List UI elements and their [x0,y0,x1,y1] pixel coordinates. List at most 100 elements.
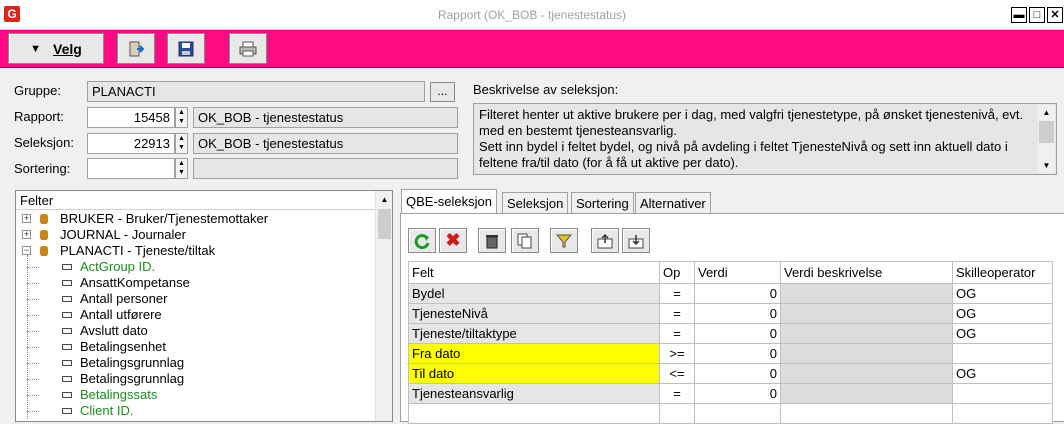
field-icon [62,312,72,318]
exit-icon [129,41,145,56]
cell-felt[interactable]: Fra dato [408,343,660,364]
tree-field-item[interactable]: Betalingsgrunnlag [46,355,376,371]
save-button[interactable] [167,33,205,64]
cell-felt[interactable]: Bydel [408,283,660,304]
grid-empty-row[interactable] [408,403,1053,424]
cell-skilleoperator[interactable] [952,343,1053,364]
expand-icon[interactable]: + [22,230,31,239]
export-button[interactable] [622,228,650,253]
grid-row[interactable]: Tjenesteansvarlig = 0 [408,383,1053,404]
tree-field-label: ActGroup ID. [80,259,156,274]
window-title: Rapport (OK_BOB - tjenestestatus) [437,8,627,22]
tree-scrollbar[interactable]: ▲ [375,191,392,421]
cell-verdi[interactable]: 0 [694,303,781,324]
cell-skilleoperator[interactable] [952,383,1053,404]
field-icon [62,280,72,286]
cell-verdi[interactable]: 0 [694,343,781,364]
tree-field-item[interactable]: Betalingsenhet [46,339,376,355]
sortering-id-field[interactable] [87,158,175,179]
tree-field-item[interactable]: Avslutt dato [46,323,376,339]
cell-skilleoperator[interactable]: OG [952,363,1053,384]
cell-op[interactable]: = [659,323,695,344]
import-button[interactable] [591,228,619,253]
grid-row[interactable]: Fra dato >= 0 [408,343,1053,364]
browse-button[interactable]: ... [430,82,455,102]
close-button[interactable]: ✕ [1047,7,1063,23]
dropdown-arrow-icon: ▼ [30,42,42,55]
column-header-felt[interactable]: Felt [408,261,660,284]
collapse-icon[interactable]: − [22,246,31,255]
fields-tree[interactable]: Felter ▲ + BRUKER - Bruker/Tjenestemotta… [15,190,393,422]
column-header-skilleoperator[interactable]: Skilleoperator [952,261,1053,284]
cell-felt[interactable]: TjenesteNivå [408,303,660,324]
tree-field-item[interactable]: Betalingsgrunnlag [46,371,376,387]
cell-op[interactable]: >= [659,343,695,364]
print-button[interactable] [229,33,267,64]
exit-button[interactable] [117,33,155,64]
scroll-thumb[interactable] [378,209,391,239]
tab-sortering[interactable]: Sortering [571,192,634,213]
tab-seleksjon[interactable]: Seleksjon [502,192,569,213]
tree-field-item[interactable]: Client ID. [46,403,376,419]
description-scrollbar[interactable]: ▲ ▼ [1038,105,1055,173]
gruppe-field[interactable]: PLANACTI [87,81,425,102]
cell-verdi[interactable]: 0 [694,323,781,344]
maximize-button[interactable]: □ [1029,7,1045,23]
scroll-down-icon[interactable]: ▼ [1038,158,1055,173]
expand-icon[interactable]: + [22,214,31,223]
description-box[interactable]: Filteret henter ut aktive brukere per i … [473,103,1057,175]
filter-button[interactable] [550,228,578,253]
delete-button[interactable]: ✖ [439,228,467,253]
scroll-up-icon[interactable]: ▲ [376,191,392,208]
sortering-spinner[interactable]: ▲ ▼ [175,158,188,179]
cell-op[interactable]: = [659,303,695,324]
copy-button[interactable] [511,228,539,253]
column-header-verdi-beskrivelse[interactable]: Verdi beskrivelse [780,261,953,284]
cell-felt[interactable]: Til dato [408,363,660,384]
seleksjon-spinner[interactable]: ▲ ▼ [175,133,188,154]
column-header-op[interactable]: Op [659,261,695,284]
tab-qbe-seleksjon[interactable]: QBE-seleksjon [401,189,497,214]
tree-field-item[interactable]: Betalingssats [46,387,376,403]
grid-row[interactable]: Bydel = 0 OG [408,283,1053,304]
gruppe-label: Gruppe: [14,83,61,98]
minimize-button[interactable]: ▬ [1011,7,1027,23]
cell-verdi[interactable]: 0 [694,363,781,384]
cell-skilleoperator[interactable]: OG [952,303,1053,324]
tree-field-item[interactable]: AnsattKompetanse [46,275,376,291]
scroll-up-icon[interactable]: ▲ [1038,105,1055,120]
velg-button[interactable]: ▼ Velg [8,33,104,64]
tree-group[interactable]: + JOURNAL - Journaler [20,227,375,243]
rapport-id-field[interactable]: 15458 [87,107,175,128]
cell-verdi[interactable]: 0 [694,383,781,404]
grid-row[interactable]: TjenesteNivå = 0 OG [408,303,1053,324]
field-icon [62,344,72,350]
tree-group[interactable]: + BRUKER - Bruker/Tjenestemottaker [20,211,375,227]
tree-field-item[interactable]: Antall utførere [46,307,376,323]
cell-skilleoperator[interactable]: OG [952,323,1053,344]
tab-alternativer[interactable]: Alternativer [635,192,711,213]
tree-branch-line [27,347,39,348]
qbe-grid[interactable]: Felt Op Verdi Verdi beskrivelse Skilleop… [408,261,1053,424]
cell-skilleoperator[interactable]: OG [952,283,1053,304]
trash-button[interactable] [478,228,506,253]
tree-field-item[interactable]: Antall personer [46,291,376,307]
cell-verdi[interactable]: 0 [694,283,781,304]
description-label: Beskrivelse av seleksjon: [473,82,619,97]
database-icon [40,214,48,224]
refresh-button[interactable] [408,228,436,253]
scroll-thumb[interactable] [1039,121,1054,143]
column-header-verdi[interactable]: Verdi [694,261,781,284]
grid-row[interactable]: Til dato <= 0 OG [408,363,1053,384]
cell-felt[interactable]: Tjeneste/tiltaktype [408,323,660,344]
rapport-spinner[interactable]: ▲ ▼ [175,107,188,128]
seleksjon-id-field[interactable]: 22913 [87,133,175,154]
grid-row[interactable]: Tjeneste/tiltaktype = 0 OG [408,323,1053,344]
cell-op[interactable]: = [659,383,695,404]
cell-op[interactable]: = [659,283,695,304]
tree-field-item[interactable]: ActGroup ID. [46,259,376,275]
tree-group[interactable]: − PLANACTI - Tjeneste/tiltak [20,243,375,259]
cell-felt[interactable]: Tjenesteansvarlig [408,383,660,404]
field-icon [62,392,72,398]
cell-op[interactable]: <= [659,363,695,384]
